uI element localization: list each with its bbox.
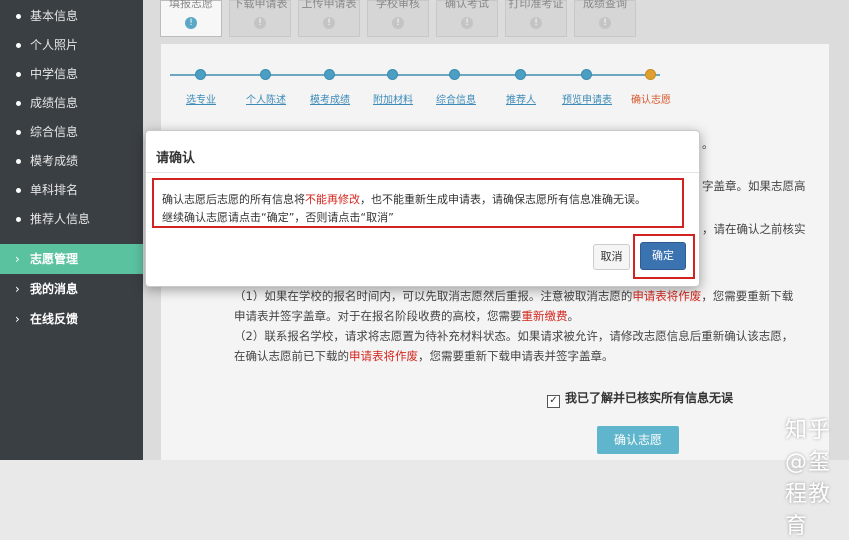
tab-download-form[interactable]: 下载申请表 ! (229, 0, 291, 37)
info-icon: ! (185, 17, 197, 29)
bullet-icon (16, 72, 21, 77)
confirm-application-button[interactable]: 确认志愿 (597, 426, 679, 454)
bullet-icon (16, 159, 21, 164)
sidebar-item-mock-scores[interactable]: 模考成绩 (0, 147, 143, 176)
bullet-icon (16, 14, 21, 19)
info-icon: ! (254, 17, 266, 29)
chevron-right-icon: › (15, 282, 20, 296)
sidebar-item-label: 推荐人信息 (30, 212, 91, 226)
instruction-line: （2）联系报名学校，请求将志愿置为待补充材料状态。如果请求被允许，请修改志愿信息… (234, 329, 794, 343)
tab-label: 上传申请表 (301, 0, 357, 10)
step-dot (195, 69, 206, 80)
background-text: 。 (702, 137, 714, 151)
instruction-line: 在确认志愿前已下载的申请表将作废，您需要重新下载申请表并签字盖章。 (234, 349, 614, 363)
info-icon: ! (599, 17, 611, 29)
sidebar-item-basic-info[interactable]: 基本信息 (0, 2, 143, 31)
background-text: ，请在确认之前核实 (702, 222, 806, 236)
bullet-icon (16, 43, 21, 48)
dialog-title: 请确认 (156, 151, 196, 166)
step-dot (581, 69, 592, 80)
step-link-recommender[interactable]: 推荐人 (506, 91, 536, 106)
sidebar-item-messages[interactable]: › 我的消息 (0, 274, 143, 304)
bullet-icon (16, 217, 21, 222)
dialog-message-line: 继续确认志愿请点击“确定”，否则请点击“取消” (162, 211, 394, 224)
ok-button[interactable]: 确定 (640, 242, 686, 270)
step-dot-current (645, 69, 656, 80)
sidebar-item-application-management[interactable]: › 志愿管理 (0, 244, 143, 274)
instruction-line: （1）如果在学校的报名时间内，可以先取消志愿然后重报。注意被取消志愿的申请表将作… (234, 289, 794, 303)
bullet-icon (16, 130, 21, 135)
tab-label: 学校审核 (376, 0, 420, 10)
dialog-message-line: 确认志愿后志愿的所有信息将不能再修改，也不能重新生成申请表，请确保志愿所有信息准… (162, 193, 646, 206)
tab-label: 确认考试 (445, 0, 489, 10)
sidebar-item-label: 我的消息 (30, 282, 79, 296)
step-dot (260, 69, 271, 80)
step-link-comprehensive[interactable]: 综合信息 (436, 91, 476, 106)
sidebar-item-recommender[interactable]: 推荐人信息 (0, 205, 143, 234)
tab-fill-application[interactable]: 填报志愿 ! (160, 0, 222, 37)
sidebar-item-label: 单科排名 (30, 183, 79, 197)
info-icon: ! (461, 17, 473, 29)
step-dot (387, 69, 398, 80)
step-dot (515, 69, 526, 80)
tab-label: 填报志愿 (169, 0, 213, 10)
tab-print-admission[interactable]: 打印准考证 ! (505, 0, 567, 37)
step-link-preview[interactable]: 预览申请表 (562, 91, 612, 106)
info-icon: ! (392, 17, 404, 29)
tab-upload-form[interactable]: 上传申请表 ! (298, 0, 360, 37)
sidebar-item-label: 中学信息 (30, 67, 79, 81)
instruction-line: 申请表并签字盖章。对于在报名阶段收费的高校，您需要重新缴费。 (234, 309, 579, 323)
background-text: 字盖章。如果志愿高 (702, 179, 806, 193)
sidebar-item-grades[interactable]: 成绩信息 (0, 89, 143, 118)
step-link-mock-scores[interactable]: 模考成绩 (310, 91, 350, 106)
tab-score-query[interactable]: 成绩查询 ! (574, 0, 636, 37)
sidebar-item-highschool[interactable]: 中学信息 (0, 60, 143, 89)
watermark: 知乎 @玺程教育 (785, 418, 832, 539)
dialog-message-highlight: 确认志愿后志愿的所有信息将不能再修改，也不能重新生成申请表，请确保志愿所有信息准… (152, 178, 684, 228)
cancel-button[interactable]: 取消 (593, 244, 630, 270)
sidebar-item-label: 成绩信息 (30, 96, 79, 110)
divider (146, 172, 699, 173)
tab-label: 成绩查询 (583, 0, 627, 10)
sidebar-item-label: 基本信息 (30, 9, 79, 23)
chevron-right-icon: › (15, 252, 20, 266)
sidebar-item-photo[interactable]: 个人照片 (0, 31, 143, 60)
step-dot (324, 69, 335, 80)
checkbox-icon[interactable]: ✓ (547, 395, 560, 408)
agree-label: 我已了解并已核实所有信息无误 (565, 391, 734, 405)
sidebar-item-label: 综合信息 (30, 125, 79, 139)
tab-label: 打印准考证 (508, 0, 564, 10)
tab-confirm-exam[interactable]: 确认考试 ! (436, 0, 498, 37)
step-current-confirm: 确认志愿 (631, 95, 671, 106)
step-link-major[interactable]: 选专业 (186, 91, 216, 106)
agree-checkbox[interactable]: ✓ 我已了解并已核实所有信息无误 (547, 389, 733, 408)
sidebar: 基本信息 个人照片 中学信息 成绩信息 综合信息 模考成绩 单科排名 推荐人信息… (0, 0, 143, 460)
step-link-materials[interactable]: 附加材料 (373, 91, 413, 106)
info-icon: ! (530, 17, 542, 29)
tab-school-review[interactable]: 学校审核 ! (367, 0, 429, 37)
sidebar-item-feedback[interactable]: › 在线反馈 (0, 304, 143, 334)
step-dot (449, 69, 460, 80)
step-link-statement[interactable]: 个人陈述 (246, 91, 286, 106)
chevron-right-icon: › (15, 312, 20, 326)
sidebar-item-label: 志愿管理 (30, 252, 79, 266)
sidebar-item-subject-ranking[interactable]: 单科排名 (0, 176, 143, 205)
info-icon: ! (323, 17, 335, 29)
sidebar-item-label: 在线反馈 (30, 312, 79, 326)
sidebar-item-comprehensive[interactable]: 综合信息 (0, 118, 143, 147)
sidebar-item-label: 模考成绩 (30, 154, 79, 168)
sidebar-item-label: 个人照片 (30, 38, 79, 52)
bullet-icon (16, 101, 21, 106)
tab-label: 下载申请表 (232, 0, 288, 10)
confirm-dialog: 请确认 确认志愿后志愿的所有信息将不能再修改，也不能重新生成申请表，请确保志愿所… (145, 130, 700, 287)
bullet-icon (16, 188, 21, 193)
